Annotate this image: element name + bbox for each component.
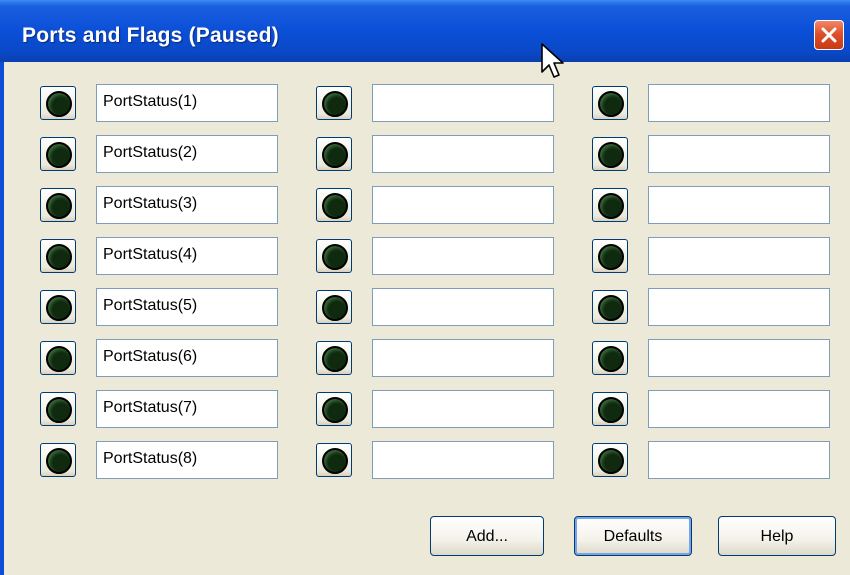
port-flag-button[interactable] [592, 392, 628, 426]
port-flag-button[interactable] [592, 239, 628, 273]
port-flag-button[interactable] [40, 290, 76, 324]
led-indicator-icon [598, 244, 624, 270]
port-name-field[interactable] [372, 288, 554, 326]
led-indicator-icon [322, 193, 348, 219]
port-flag-button[interactable] [316, 86, 352, 120]
port-flag-button[interactable] [40, 443, 76, 477]
port-name-field[interactable] [372, 135, 554, 173]
led-indicator-icon [322, 142, 348, 168]
led-indicator-icon [46, 295, 72, 321]
title-bar[interactable]: Ports and Flags (Paused) [0, 0, 850, 62]
port-name-field[interactable] [372, 339, 554, 377]
port-name-field[interactable] [648, 441, 830, 479]
led-indicator-icon [46, 244, 72, 270]
port-flag-button[interactable] [592, 443, 628, 477]
led-indicator-icon [598, 346, 624, 372]
port-name-field[interactable] [648, 186, 830, 224]
port-name-field[interactable]: PortStatus(4) [96, 237, 278, 275]
port-name-field[interactable] [648, 390, 830, 428]
window-title: Ports and Flags (Paused) [22, 24, 279, 47]
help-button[interactable]: Help [718, 516, 836, 556]
port-name-field[interactable]: PortStatus(1) [96, 84, 278, 122]
port-flag-button[interactable] [40, 188, 76, 222]
port-flag-button[interactable] [316, 188, 352, 222]
port-flag-button[interactable] [316, 341, 352, 375]
port-name-field[interactable]: PortStatus(6) [96, 339, 278, 377]
led-indicator-icon [46, 448, 72, 474]
port-flag-button[interactable] [40, 137, 76, 171]
led-indicator-icon [322, 346, 348, 372]
led-indicator-icon [322, 397, 348, 423]
port-flag-button[interactable] [592, 188, 628, 222]
port-name-field[interactable]: PortStatus(8) [96, 441, 278, 479]
led-indicator-icon [322, 244, 348, 270]
port-flag-button[interactable] [592, 137, 628, 171]
port-flag-button[interactable] [316, 137, 352, 171]
port-name-field[interactable]: PortStatus(5) [96, 288, 278, 326]
add-button[interactable]: Add... [430, 516, 544, 556]
led-indicator-icon [46, 346, 72, 372]
port-flag-button[interactable] [40, 392, 76, 426]
port-name-field[interactable]: PortStatus(2) [96, 135, 278, 173]
port-name-field[interactable] [372, 237, 554, 275]
port-name-field[interactable] [648, 288, 830, 326]
port-name-field[interactable] [648, 237, 830, 275]
defaults-button[interactable]: Defaults [574, 516, 692, 556]
led-indicator-icon [322, 91, 348, 117]
led-indicator-icon [598, 193, 624, 219]
led-indicator-icon [322, 295, 348, 321]
led-indicator-icon [598, 397, 624, 423]
led-indicator-icon [598, 91, 624, 117]
port-name-field[interactable] [648, 84, 830, 122]
port-flag-button[interactable] [316, 443, 352, 477]
mouse-pointer-icon [541, 43, 564, 78]
port-flag-button[interactable] [316, 290, 352, 324]
port-name-field[interactable] [372, 186, 554, 224]
port-name-field[interactable]: PortStatus(3) [96, 186, 278, 224]
led-indicator-icon [46, 397, 72, 423]
led-indicator-icon [46, 193, 72, 219]
led-indicator-icon [598, 448, 624, 474]
port-flag-button[interactable] [592, 341, 628, 375]
led-indicator-icon [46, 142, 72, 168]
port-flag-button[interactable] [592, 290, 628, 324]
port-flag-button[interactable] [40, 239, 76, 273]
port-flag-button[interactable] [40, 86, 76, 120]
led-indicator-icon [598, 295, 624, 321]
port-flag-button[interactable] [40, 341, 76, 375]
port-name-field[interactable] [372, 84, 554, 122]
close-button[interactable] [814, 20, 844, 50]
led-indicator-icon [46, 91, 72, 117]
port-flag-button[interactable] [592, 86, 628, 120]
port-flag-button[interactable] [316, 392, 352, 426]
port-name-field[interactable] [648, 339, 830, 377]
port-name-field[interactable]: PortStatus(7) [96, 390, 278, 428]
port-name-field[interactable] [648, 135, 830, 173]
close-icon [821, 27, 837, 43]
led-indicator-icon [598, 142, 624, 168]
port-name-field[interactable] [372, 390, 554, 428]
port-name-field[interactable] [372, 441, 554, 479]
dialog-body: PortStatus(1) PortStatus(2) PortStatus(3) P… [4, 62, 850, 575]
dialog-window: Ports and Flags (Paused) PortStatus(1) Po… [0, 0, 850, 575]
led-indicator-icon [322, 448, 348, 474]
port-flag-button[interactable] [316, 239, 352, 273]
